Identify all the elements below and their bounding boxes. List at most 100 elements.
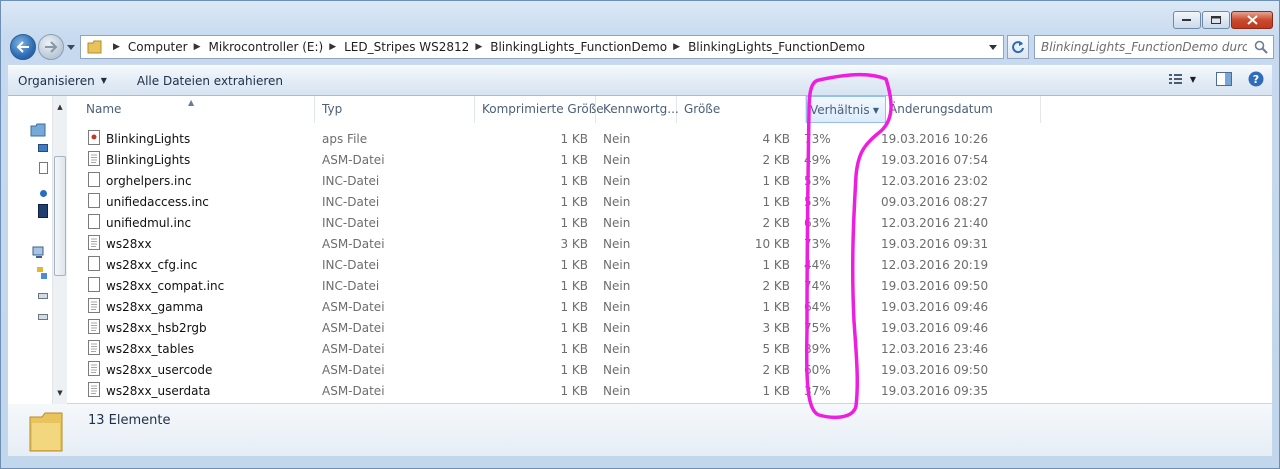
cell-datum: 19.03.2016 07:54: [881, 152, 989, 167]
breadcrumb-item[interactable]: Mikrocontroller (E:) ▶: [209, 40, 345, 54]
file-rows: BlinkingLights aps File 1 KB Nein 4 KB 73% 19.…: [68, 128, 1272, 401]
music-icon[interactable]: [39, 189, 48, 198]
maximize-button[interactable]: [1202, 11, 1230, 29]
text-file-icon: [88, 381, 100, 400]
drive-icon[interactable]: [38, 314, 48, 320]
cell-komprimiert: 1 KB: [560, 131, 588, 146]
help-button[interactable]: ?: [1248, 71, 1264, 87]
cell-kennwort: Nein: [603, 215, 631, 230]
search-input[interactable]: BlinkingLights_FunctionDemo durchs...: [1035, 40, 1247, 54]
table-row[interactable]: orghelpers.inc INC-Datei 1 KB Nein 1 KB 53% 12…: [68, 170, 1272, 191]
scroll-up-icon[interactable]: ▲: [53, 100, 67, 114]
forward-button[interactable]: [38, 34, 64, 60]
document-icon[interactable]: [39, 162, 48, 174]
command-bar: Organisieren ▼ Alle Dateien extrahieren …: [8, 65, 1272, 96]
view-options-button[interactable]: ▼: [1168, 72, 1196, 86]
refresh-button[interactable]: [1007, 35, 1029, 59]
table-row[interactable]: unifiedaccess.inc INC-Datei 1 KB Nein 1 KB 53…: [68, 191, 1272, 212]
column-header-name[interactable]: ▲ Name: [68, 96, 315, 123]
cell-verhaeltnis: 37%: [804, 383, 831, 398]
table-row[interactable]: ws28xx_tables ASM-Datei 1 KB Nein 5 KB 89% 12.…: [68, 338, 1272, 359]
table-row[interactable]: unifiedmul.inc INC-Datei 1 KB Nein 2 KB 63% 12…: [68, 212, 1272, 233]
address-dropdown[interactable]: [985, 39, 1001, 55]
column-header-datum[interactable]: Änderungsdatum: [886, 96, 1041, 123]
scroll-thumb[interactable]: [54, 156, 66, 276]
computer-icon[interactable]: [32, 246, 46, 260]
cell-name: unifiedmul.inc: [68, 213, 315, 232]
chevron-down-icon: [989, 44, 997, 50]
search-box[interactable]: BlinkingLights_FunctionDemo durchs...: [1034, 35, 1274, 59]
cell-datum: 12.03.2016 23:46: [881, 341, 989, 356]
preview-pane-button[interactable]: [1216, 72, 1232, 86]
breadcrumb-item[interactable]: BlinkingLights_FunctionDemo: [688, 40, 865, 54]
network-icon[interactable]: [36, 266, 48, 280]
breadcrumb-item[interactable]: Computer ▶: [128, 40, 209, 54]
cell-kennwort: Nein: [603, 194, 631, 209]
extract-all-button[interactable]: Alle Dateien extrahieren: [117, 74, 293, 88]
table-row[interactable]: ws28xx_gamma ASM-Datei 1 KB Nein 1 KB 64% 19.0…: [68, 296, 1272, 317]
cell-komprimiert: 1 KB: [560, 341, 588, 356]
cell-name: ws28xx_compat.inc: [68, 276, 315, 295]
navigation-pane: ▲ ▼: [8, 96, 67, 404]
organize-button[interactable]: Organisieren ▼: [8, 74, 117, 88]
cell-verhaeltnis: 89%: [804, 341, 831, 356]
cell-name: ws28xx_usercode: [68, 360, 315, 379]
cell-typ: INC-Datei: [322, 257, 380, 272]
cell-name: ws28xx_tables: [68, 339, 315, 358]
column-header-kennwort[interactable]: Kennwortg...: [596, 96, 679, 123]
column-header-typ[interactable]: Typ: [315, 96, 475, 123]
cell-groesse: 4 KB: [762, 131, 790, 146]
cell-groesse: 2 KB: [762, 362, 790, 377]
table-row[interactable]: ws28xx_usercode ASM-Datei 1 KB Nein 2 KB 60% 1…: [68, 359, 1272, 380]
table-row[interactable]: ws28xx_compat.inc INC-Datei 1 KB Nein 2 KB 74…: [68, 275, 1272, 296]
table-row[interactable]: ws28xx_userdata ASM-Datei 1 KB Nein 1 KB 37% 1…: [68, 380, 1272, 401]
address-bar[interactable]: ▶ Computer ▶ Mikrocontroller (E:) ▶ LED_St…: [80, 35, 1004, 59]
favorites-folder-icon[interactable]: [30, 123, 46, 137]
drive-icon[interactable]: [38, 293, 48, 299]
column-header-row: ▲ Name Typ Komprimierte Größe Kennwortg.…: [68, 96, 1041, 123]
column-header-verhaeltnis[interactable]: Verhältnis ▼: [806, 96, 886, 123]
cell-name: ws28xx: [68, 234, 315, 253]
minimize-button[interactable]: [1173, 11, 1201, 29]
video-icon[interactable]: [38, 204, 48, 218]
desktop-icon[interactable]: [38, 144, 48, 154]
arrow-right-icon: [45, 41, 58, 53]
close-button[interactable]: [1231, 11, 1273, 29]
table-row[interactable]: ws28xx_hsb2rgb ASM-Datei 1 KB Nein 3 KB 75% 19…: [68, 317, 1272, 338]
table-row[interactable]: ws28xx_cfg.inc INC-Datei 1 KB Nein 1 KB 44% 12…: [68, 254, 1272, 275]
cell-verhaeltnis: 53%: [804, 173, 831, 188]
cell-verhaeltnis: 64%: [804, 299, 831, 314]
table-row[interactable]: BlinkingLights aps File 1 KB Nein 4 KB 73% 19.…: [68, 128, 1272, 149]
table-row[interactable]: BlinkingLights ASM-Datei 1 KB Nein 2 KB 49% 19…: [68, 149, 1272, 170]
cell-verhaeltnis: 53%: [804, 194, 831, 209]
chevron-down-icon: [67, 44, 75, 50]
navpane-scrollbar[interactable]: ▲ ▼: [52, 96, 67, 404]
file-name: ws28xx: [106, 236, 152, 251]
blank-file-icon: [88, 171, 100, 190]
cell-verhaeltnis: 44%: [804, 257, 831, 272]
scroll-down-icon[interactable]: ▼: [53, 386, 67, 400]
history-dropdown[interactable]: [65, 44, 77, 50]
breadcrumb-item[interactable]: BlinkingLights_FunctionDemo ▶: [490, 40, 688, 54]
column-header-groesse[interactable]: Größe: [677, 96, 806, 123]
column-header-komprimiert[interactable]: Komprimierte Größe: [475, 96, 604, 123]
cell-typ: ASM-Datei: [322, 236, 385, 251]
view-controls: ▼ ?: [1158, 71, 1264, 87]
folder-icon: [87, 40, 102, 54]
cell-kennwort: Nein: [603, 383, 631, 398]
cell-kennwort: Nein: [603, 173, 631, 188]
back-button[interactable]: [10, 34, 36, 60]
breadcrumb-item[interactable]: LED_Stripes WS2812 ▶: [344, 40, 490, 54]
text-file-icon: [88, 297, 100, 316]
cell-name: BlinkingLights: [68, 129, 315, 148]
cell-verhaeltnis: 63%: [804, 215, 831, 230]
cell-groesse: 10 KB: [754, 236, 790, 251]
text-file-icon: [88, 150, 100, 169]
table-row[interactable]: ws28xx ASM-Datei 3 KB Nein 10 KB 73% 19.03.201…: [68, 233, 1272, 254]
cell-kennwort: Nein: [603, 152, 631, 167]
file-name: BlinkingLights: [106, 131, 191, 146]
breadcrumb-separator: ▶: [113, 42, 120, 52]
cell-name: unifiedaccess.inc: [68, 192, 315, 211]
cell-groesse: 2 KB: [762, 215, 790, 230]
sort-down-icon[interactable]: ▼: [873, 97, 879, 124]
